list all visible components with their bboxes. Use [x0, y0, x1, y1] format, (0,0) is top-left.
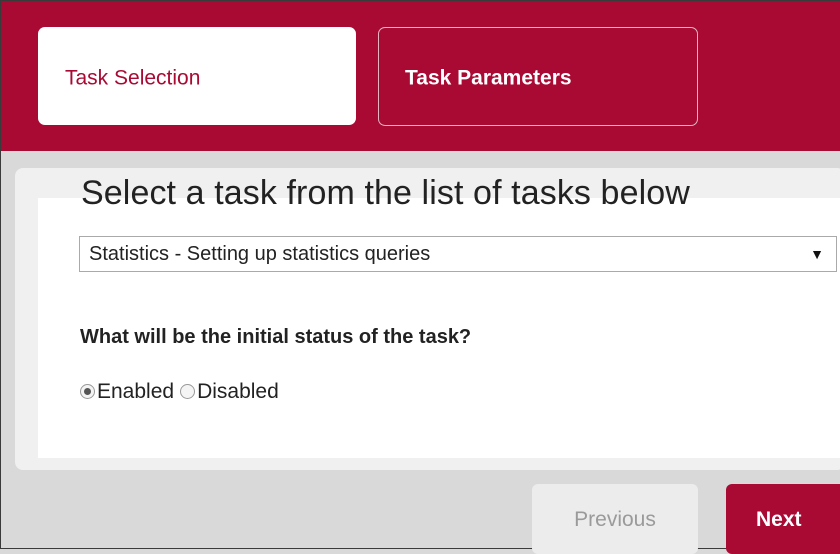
previous-button-label: Previous	[574, 508, 656, 531]
radio-enabled-label[interactable]: Enabled	[97, 380, 174, 403]
status-question: What will be the initial status of the t…	[80, 326, 472, 348]
task-select-value: Statistics - Setting up statistics queri…	[89, 243, 431, 265]
tab-task-parameters-label: Task Parameters	[405, 66, 572, 90]
tab-task-selection-label: Task Selection	[65, 66, 201, 90]
next-button-label: Next	[756, 508, 802, 531]
dropdown-arrow-icon: ▼	[810, 246, 824, 262]
tab-task-selection[interactable]: Task Selection	[38, 27, 356, 125]
radio-enabled[interactable]	[80, 384, 95, 399]
page-title: Select a task from the list of tasks bel…	[81, 174, 690, 212]
tab-task-parameters[interactable]: Task Parameters	[378, 27, 698, 126]
previous-button[interactable]: Previous	[532, 484, 698, 554]
task-select[interactable]: Statistics - Setting up statistics queri…	[79, 236, 837, 272]
next-button[interactable]: Next	[726, 484, 840, 554]
radio-disabled[interactable]	[180, 384, 196, 399]
radio-disabled-label[interactable]: Disabled	[197, 380, 279, 403]
status-radio-group: Enabled Disabled	[80, 380, 285, 408]
task-card	[15, 168, 840, 470]
